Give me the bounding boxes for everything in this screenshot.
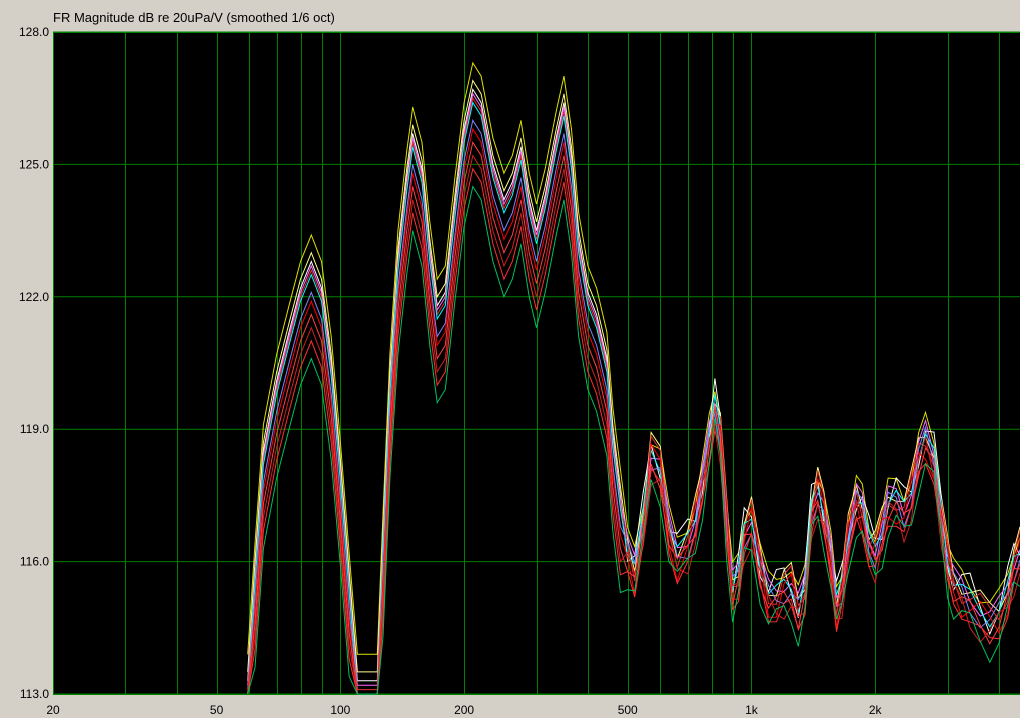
y-tick-label: 125.0 (19, 157, 49, 171)
y-tick-label: 119.0 (20, 422, 49, 436)
x-axis-tick-labels: 20 50 100 200 500 1k 2k (46, 703, 882, 717)
y-tick-label: 128.0 (19, 25, 49, 39)
x-tick-label: 20 (46, 703, 60, 717)
x-tick-label: 500 (618, 703, 638, 717)
x-tick-label: 50 (210, 703, 224, 717)
y-tick-label: 116.0 (20, 555, 49, 569)
y-tick-label: 113.0 (20, 687, 49, 701)
x-tick-label: 2k (869, 703, 883, 717)
x-tick-label: 100 (330, 703, 350, 717)
frequency-response-chart: 113.0116.0119.0122.0125.0128.0 20 50 100 20… (19, 25, 1020, 717)
plot-background (53, 32, 1020, 694)
y-axis-tick-labels: 113.0 116.0 119.0 122.0 125.0 128.0 (19, 25, 49, 701)
y-tick-label: 122.0 (19, 290, 49, 304)
x-tick-label: 1k (745, 703, 759, 717)
x-tick-label: 200 (454, 703, 474, 717)
